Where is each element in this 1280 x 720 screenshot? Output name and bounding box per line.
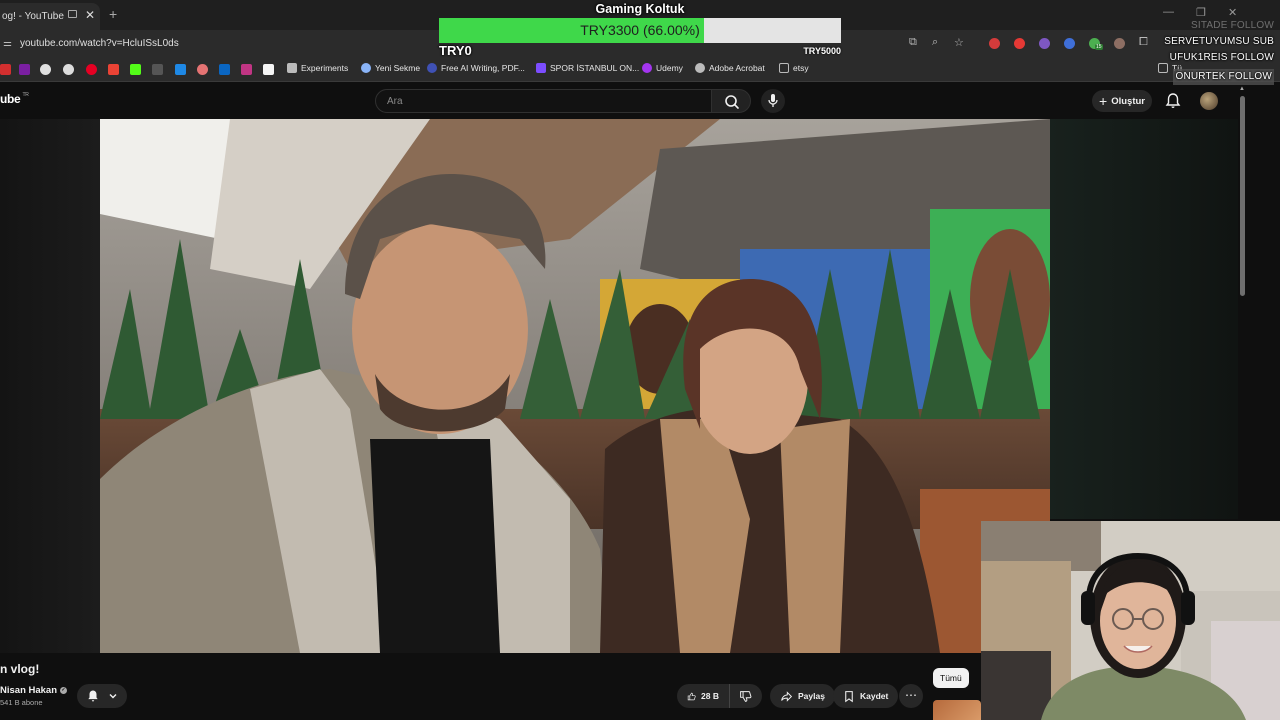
bookmark-icon-3[interactable]	[40, 64, 51, 75]
bookmark-udemy[interactable]: Udemy	[642, 63, 683, 73]
bookmark-experiments[interactable]: Experiments	[287, 63, 348, 73]
scroll-up-arrow-icon[interactable]: ▲	[1239, 86, 1245, 92]
bookmark-icon-10[interactable]	[197, 64, 208, 75]
bookmark-icon-4[interactable]	[63, 64, 74, 75]
linkedin-icon[interactable]	[219, 64, 230, 75]
globe-icon	[361, 63, 371, 73]
video-frame-image	[100, 119, 1050, 653]
share-button[interactable]: Paylaş	[770, 684, 835, 708]
site-settings-icon[interactable]: ⚌	[3, 38, 12, 49]
bookmark-icon-9[interactable]	[175, 64, 186, 75]
globe-icon	[695, 63, 705, 73]
bell-icon	[88, 690, 98, 702]
extension-icon-6[interactable]	[1114, 38, 1125, 49]
url-field[interactable]: youtube.com/watch?v=HcluISsL0ds	[20, 38, 179, 49]
search-icon	[725, 95, 739, 109]
follow-alert: ONURTEK FOLLOW	[1173, 69, 1274, 85]
goal-progress-text: TRY3300 (66.00%)	[580, 22, 700, 38]
streamer-webcam	[981, 521, 1280, 720]
bookmark-icon-twitch[interactable]	[19, 64, 30, 75]
notifications-bell-icon[interactable]	[1164, 92, 1182, 110]
extension-icon-3[interactable]	[1039, 38, 1050, 49]
search-button[interactable]	[711, 89, 751, 113]
verified-check-icon: ✓	[60, 687, 68, 694]
scrollbar-thumb[interactable]	[1240, 96, 1245, 296]
youtube-logo[interactable]: ube TR	[0, 92, 29, 106]
bookmark-spor-istanbul[interactable]: SPOR İSTANBUL ON...	[536, 63, 639, 73]
gmail-icon[interactable]	[108, 64, 119, 75]
more-actions-button[interactable]: ⋯	[899, 684, 923, 708]
search-input[interactable]	[376, 90, 711, 112]
minimize-icon[interactable]: —	[1163, 6, 1174, 18]
extension-icon-2[interactable]	[1014, 38, 1025, 49]
browser-tab[interactable]: og! - YouTube ✕	[0, 3, 100, 30]
site-icon	[536, 63, 546, 73]
share-arrow-icon	[781, 690, 793, 702]
voice-search-button[interactable]	[761, 89, 785, 113]
create-button[interactable]: + Oluştur	[1092, 90, 1152, 112]
thumbs-up-icon	[687, 692, 696, 700]
webcam-image	[981, 521, 1280, 720]
like-button[interactable]: 28 B	[677, 684, 729, 708]
subscriber-count: 541 B abone	[0, 698, 43, 707]
follow-alert: UFUK1REIS FOLLOW	[1169, 52, 1274, 63]
tab-media-icon[interactable]	[68, 10, 77, 18]
goal-title: Gaming Koltuk	[595, 2, 685, 16]
tab-close-icon[interactable]: ✕	[85, 8, 95, 22]
install-app-icon[interactable]: ⧉	[909, 36, 917, 49]
folder-icon	[779, 63, 789, 73]
follow-alert: SERVETUYUMSU SUB	[1164, 36, 1274, 47]
instagram-icon[interactable]	[241, 64, 252, 75]
region-code: TR	[22, 92, 29, 98]
bookmark-star-icon[interactable]: ☆	[954, 36, 964, 49]
bookmark-icon-1[interactable]	[0, 64, 11, 75]
goal-min-label: TRY0	[439, 43, 472, 58]
kick-icon[interactable]	[130, 64, 141, 75]
more-dots-icon: ⋯	[905, 688, 917, 702]
goal-progress-bar: TRY3300 (66.00%)	[439, 18, 841, 43]
follow-alert: SITADE FOLLOW	[1191, 20, 1274, 31]
bookmarks-bar: Experiments Yeni Sekme Free AI Writing, …	[0, 58, 1280, 82]
recommended-video-thumbnail[interactable]	[933, 700, 981, 720]
extensions-puzzle-icon[interactable]: ⧠	[1139, 36, 1148, 49]
theater-left-backdrop	[0, 119, 100, 653]
extension-badge: 15	[1095, 44, 1103, 50]
extension-icon-1[interactable]	[989, 38, 1000, 49]
udemy-icon	[642, 63, 652, 73]
site-icon	[427, 63, 437, 73]
tab-title: og! - YouTube	[2, 11, 64, 22]
pinterest-icon[interactable]	[86, 64, 97, 75]
plus-icon: +	[1099, 93, 1108, 109]
chevron-down-icon	[109, 694, 117, 699]
microphone-icon	[768, 94, 778, 107]
dislike-button[interactable]	[729, 684, 762, 708]
bookmark-icon-8[interactable]	[152, 64, 163, 75]
filter-chip-all[interactable]: Tümü	[933, 668, 969, 688]
thumbs-down-icon	[740, 690, 752, 702]
bookmark-icon-13[interactable]	[263, 64, 274, 75]
channel-name[interactable]: Nisan Hakan ✓	[0, 685, 68, 696]
extension-icon-4[interactable]	[1064, 38, 1075, 49]
bookmark-free-ai[interactable]: Free AI Writing, PDF...	[427, 63, 525, 73]
youtube-header: ubeTR + Oluştur	[0, 83, 1238, 119]
bookmark-save-icon	[845, 690, 853, 702]
account-avatar[interactable]	[1200, 92, 1218, 110]
bookmark-adobe-acrobat[interactable]: Adobe Acrobat	[695, 63, 765, 73]
flask-icon	[287, 63, 297, 73]
recent-follows-list: SITADE FOLLOW SERVETUYUMSU SUB UFUK1REIS…	[1164, 18, 1274, 85]
bookmark-new-tab[interactable]: Yeni Sekme	[361, 63, 420, 73]
video-player[interactable]	[100, 119, 1050, 653]
zoom-icon[interactable]: ⌕	[932, 36, 938, 49]
bookmark-etsy[interactable]: etsy	[779, 63, 809, 73]
save-button[interactable]: Kaydet	[833, 684, 899, 708]
donation-goal-widget: Gaming Koltuk TRY3300 (66.00%) TRY0 TRY5…	[438, 0, 842, 60]
search-box	[375, 89, 712, 113]
theater-right-backdrop	[1050, 119, 1238, 519]
goal-max-label: TRY5000	[803, 46, 841, 56]
video-title: n vlog!	[0, 662, 40, 676]
subscription-notifications-button[interactable]	[77, 684, 127, 708]
new-tab-button[interactable]: +	[109, 6, 117, 22]
